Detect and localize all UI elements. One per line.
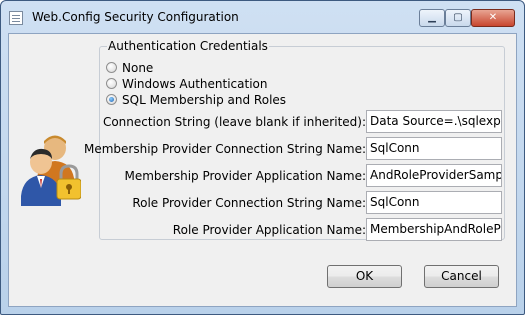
role-conn-label: Role Provider Connection String Name:: [132, 196, 366, 210]
cancel-button[interactable]: Cancel: [424, 265, 499, 288]
radio-button[interactable]: [106, 62, 117, 73]
role-app-input[interactable]: MembershipAndRolePro: [366, 218, 502, 241]
membership-app-label: Membership Provider Application Name:: [124, 169, 366, 183]
dialog-window: Web.Config Security Configuration ▁ ▢ ✕ …: [0, 0, 525, 315]
maximize-button[interactable]: ▢: [445, 9, 471, 27]
radio-label: SQL Membership and Roles: [122, 93, 287, 107]
connection-string-input[interactable]: Data Source=.\sqlexpres: [366, 110, 502, 133]
dialog-client: Authentication Credentials None Windows …: [8, 33, 517, 307]
window-title: Web.Config Security Configuration: [32, 10, 239, 24]
radio-button[interactable]: [106, 78, 117, 89]
users-lock-icon: [21, 135, 81, 206]
ok-button[interactable]: OK: [327, 265, 402, 288]
membership-app-input[interactable]: AndRoleProviderSample: [366, 164, 502, 187]
connection-string-label: Connection String (leave blank if inheri…: [102, 115, 366, 129]
role-app-label: Role Provider Application Name:: [172, 223, 366, 237]
radio-button-checked[interactable]: [106, 94, 117, 105]
membership-conn-input[interactable]: SqlConn: [366, 137, 502, 160]
role-conn-input[interactable]: SqlConn: [366, 191, 502, 214]
radio-label: None: [122, 61, 154, 75]
membership-conn-label: Membership Provider Connection String Na…: [84, 142, 366, 156]
title-bar[interactable]: Web.Config Security Configuration ▁ ▢ ✕: [1, 1, 524, 33]
document-icon: [9, 11, 23, 25]
minimize-button[interactable]: ▁: [419, 9, 445, 27]
authentication-credentials-group: Authentication Credentials None Windows …: [84, 39, 505, 241]
radio-label: Windows Authentication: [122, 77, 268, 91]
group-legend: Authentication Credentials: [107, 39, 269, 53]
close-button[interactable]: ✕: [471, 9, 515, 27]
